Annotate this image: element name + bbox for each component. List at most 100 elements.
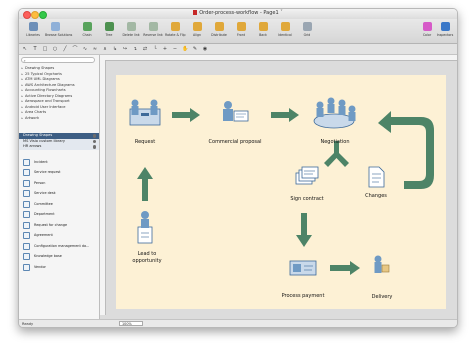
rect-tool-icon[interactable]: □ [42,46,48,52]
bezier-tool-icon[interactable]: ≈ [92,46,98,52]
arrow-payment-to-delivery[interactable] [330,261,360,275]
distribute-button[interactable]: Distribute [209,22,229,37]
commercial-proposal-shape[interactable] [223,101,249,122]
connector-tool-icon[interactable]: ↳ [112,46,118,52]
ellipse-tool-icon[interactable]: ○ [52,46,58,52]
delivery-shape[interactable] [374,255,390,274]
lead-to-opportunity-shape[interactable] [137,211,153,244]
drawing-tools-bar: ↖ T □ ○ ╱ ⌒ ∿ ≈ ∧ ↳ ↪ ↴ ⇄ └ + − ✋ ✎ ◉ [19,44,457,55]
selected-library-hr-arrows[interactable]: HR arrows [19,144,99,150]
shape-item[interactable]: Service request [19,168,99,179]
eyedropper-tool-icon[interactable]: ◉ [202,46,208,52]
document-icon [193,10,198,15]
pointer-tool-icon[interactable]: ↖ [22,46,28,52]
arc-tool-icon[interactable]: ⌒ [72,46,78,52]
request-shape[interactable] [129,99,161,126]
back-button[interactable]: Back [253,22,273,37]
connector-smart-tool-icon[interactable]: ⇄ [142,46,148,52]
library-item[interactable]: Artwork [21,116,97,122]
title-bar: Order-process-workflow - Page1 ˇ [19,9,457,19]
arrow-lead-to-request[interactable] [137,167,153,201]
browse-solutions-button[interactable]: Browse Solutions [45,22,72,37]
shape-item[interactable]: Person [19,178,99,189]
rotate-flip-button[interactable]: Rotate & Flip [165,22,186,37]
shape-item[interactable]: Agreement [19,231,99,242]
polyline-tool-icon[interactable]: ∧ [102,46,108,52]
changes-shape[interactable] [368,166,385,188]
connector-round-tool-icon[interactable]: ↴ [132,46,138,52]
rotate-flip-label: Rotate & Flip [165,33,186,37]
align-button[interactable]: Align [187,22,207,37]
chain-label: Chain [82,33,92,37]
shape-thumbnail-icon [23,263,30,271]
diagram-page[interactable]: Request Commercial proposal Negotiation … [116,75,446,309]
front-button[interactable]: Front [231,22,251,37]
libraries-button[interactable]: Libraries [23,22,43,37]
distribute-label: Distribute [211,33,227,37]
vertical-ruler [100,60,106,315]
shape-item[interactable]: Configuration management da... [19,241,99,252]
back-label: Back [259,33,267,37]
shape-item[interactable]: Incident [19,157,99,168]
delete-link-label: Delete link [122,33,140,37]
pen-tool-icon[interactable]: ✎ [192,46,198,52]
solutions-icon [50,22,60,31]
curve-tool-icon[interactable]: ∿ [82,46,88,52]
shape-item[interactable]: Knowledge base [19,252,99,263]
grid-label: Grid [303,33,311,37]
shape-item[interactable]: Department [19,210,99,221]
identical-label: Identical [278,33,292,37]
shape-thumbnail-icon [23,232,30,239]
close-library-icon[interactable] [92,145,96,149]
shape-item[interactable]: Vendor [19,262,99,273]
tree-label: Tree [105,33,113,37]
tree-button[interactable]: Tree [99,22,119,37]
arrow-proposal-to-negotiation[interactable] [271,108,299,122]
arrow-contract-to-payment[interactable] [296,213,312,247]
horizontal-ruler [100,55,457,61]
app-window: Order-process-workflow - Page1 ˇ Librari… [18,8,458,328]
shape-thumbnail-icon [23,169,30,176]
shape-thumbnail-icon [23,253,30,260]
arrow-request-to-proposal[interactable] [172,108,200,122]
hand-tool-icon[interactable]: ✋ [182,46,188,52]
identical-button[interactable]: Identical [275,22,295,37]
library-search-input[interactable]: ⌕ [21,57,95,63]
process-payment-shape[interactable] [289,260,317,276]
window-title: Order-process-workflow - Page1 ˇ [19,10,457,16]
status-bar: Ready 100% [19,319,457,327]
line-tool-icon[interactable]: ╱ [62,46,68,52]
shape-item[interactable]: Committee [19,199,99,210]
color-button[interactable]: Color [417,22,437,37]
reverse-link-label: Reverse link [143,33,163,37]
close-library-icon[interactable] [92,139,96,143]
chain-button[interactable]: Chain [77,22,97,37]
zoom-select[interactable]: 100% [119,321,143,326]
negotiation-shape[interactable] [313,97,356,129]
connector-curve-tool-icon[interactable]: ↪ [122,46,128,52]
shape-thumbnail-icon [23,190,30,197]
delete-link-button[interactable]: Delete link [121,22,141,37]
canvas-area[interactable]: Request Commercial proposal Negotiation … [100,55,457,319]
shape-label: Service request [34,170,61,174]
inspectors-button[interactable]: Inspectors [435,22,455,37]
selected-library-label: HR arrows [23,144,42,148]
close-library-icon[interactable] [92,134,96,138]
shape-item[interactable]: Service desk [19,189,99,200]
reverse-link-button[interactable]: Reverse link [143,22,163,37]
chain-icon [82,22,92,31]
text-tool-icon[interactable]: T [32,46,38,52]
zoom-out-tool-icon[interactable]: − [172,46,178,52]
connector-tree-tool-icon[interactable]: └ [152,46,158,52]
title-chevron-icon[interactable]: ˇ [280,10,283,16]
window-title-text: Order-process-workflow - Page1 [199,10,279,16]
shape-item[interactable]: Request for change [19,220,99,231]
zoom-in-tool-icon[interactable]: + [162,46,168,52]
sign-contract-shape[interactable] [295,166,319,185]
grid-button[interactable]: Grid [297,22,317,37]
libraries-label: Libraries [26,33,40,37]
arrow-changes-to-negotiation[interactable] [378,111,434,189]
shape-thumbnail-icon [23,158,30,166]
tree-icon [104,22,114,31]
label-sign-contract: Sign contract [290,196,324,202]
